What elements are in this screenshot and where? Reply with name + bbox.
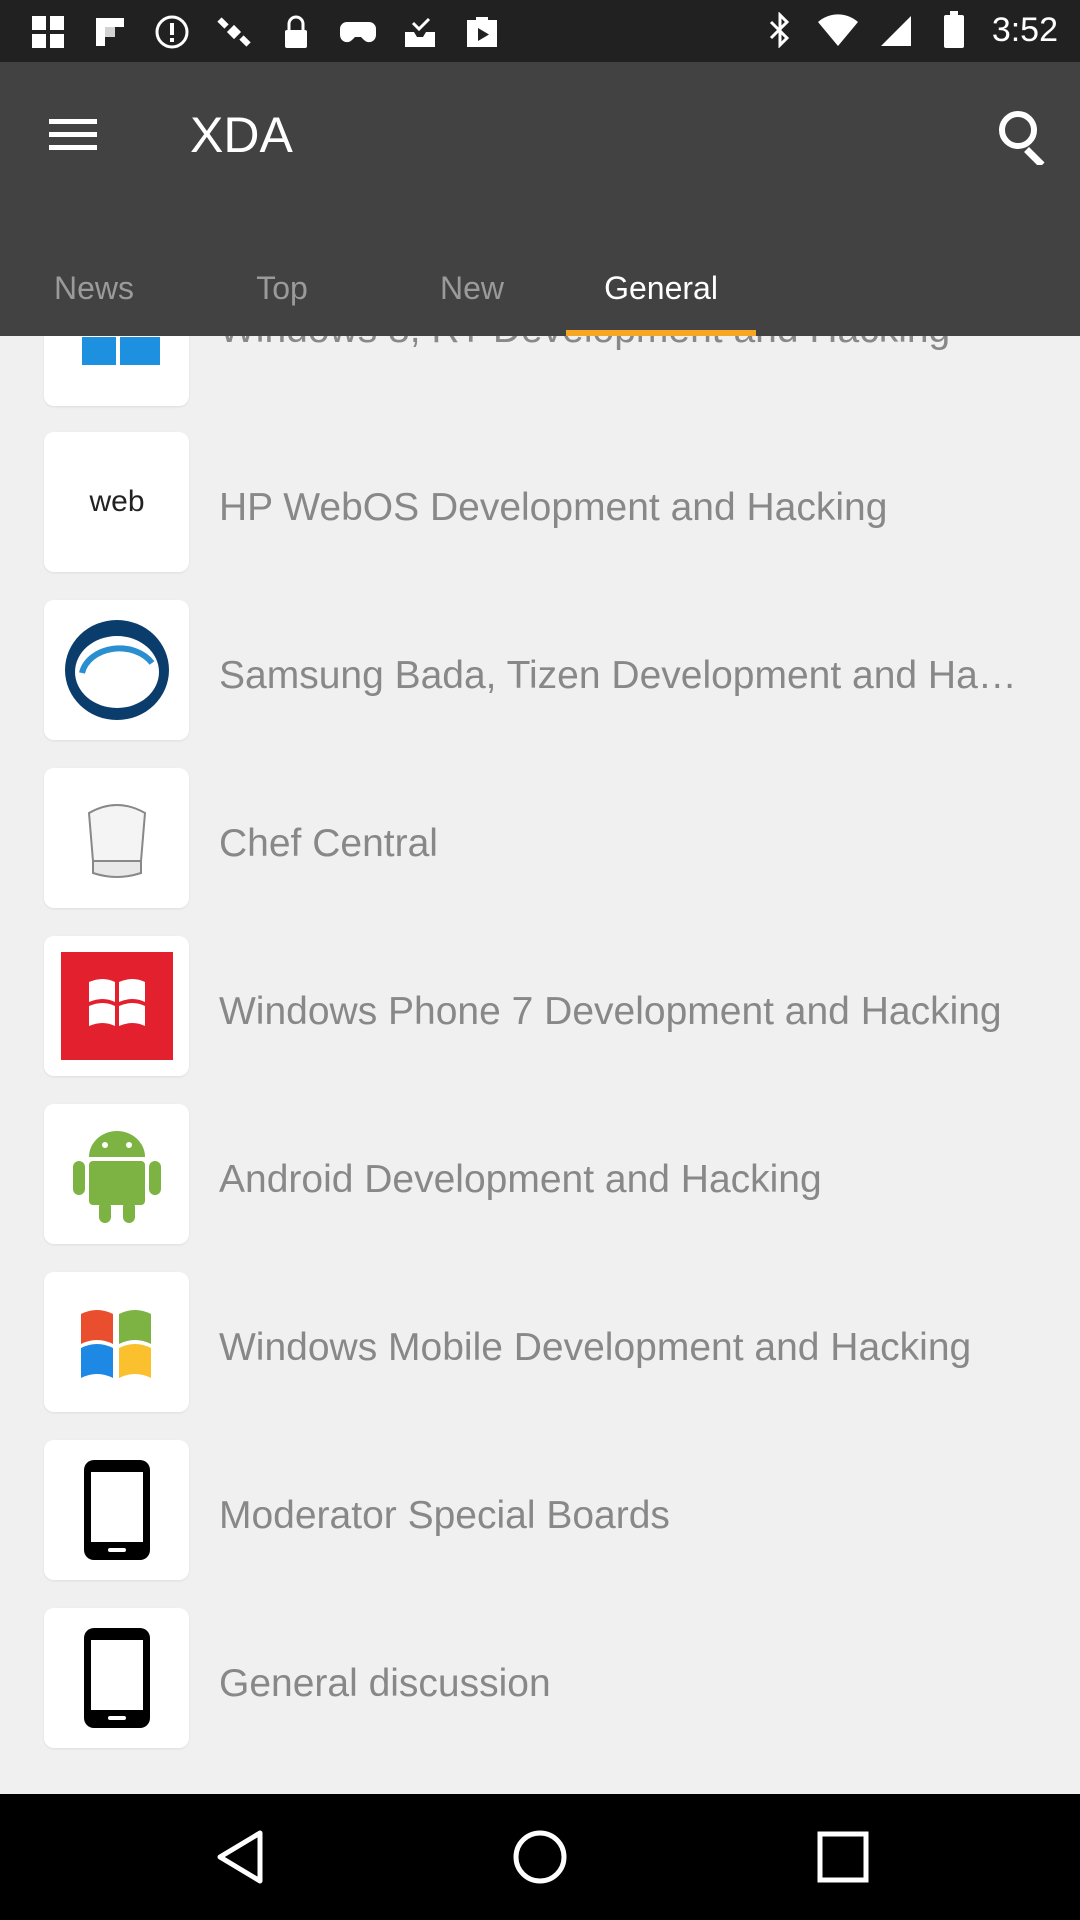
clock: 3:52 (991, 10, 1058, 49)
list-item[interactable]: Chef Central (0, 762, 1080, 930)
search-icon[interactable] (988, 100, 1060, 172)
back-icon[interactable] (205, 1822, 275, 1892)
list-item[interactable]: Samsung Bada, Tizen Development and Ha… (0, 594, 1080, 762)
list-item-label: General discussion (219, 1662, 551, 1705)
list-item[interactable]: Moderator Special Boards (0, 1434, 1080, 1602)
bluetooth-icon (760, 10, 800, 50)
battery-icon (934, 10, 974, 50)
android-robot-icon (44, 1104, 189, 1244)
system-status: 3:52 (760, 10, 1058, 50)
phone-icon (44, 1440, 189, 1580)
list-item-label: Windows Mobile Development and Hacking (219, 1326, 972, 1369)
hamburger-menu-icon[interactable] (40, 102, 106, 168)
tab-bar: News Top New General (0, 252, 1080, 336)
forum-list[interactable]: Windows 8, RT Development and Hacking we… (0, 336, 1080, 1794)
chef-hat-icon (44, 768, 189, 908)
list-item-label: Android Development and Hacking (219, 1158, 822, 1201)
app-bar: XDA News Top New General (0, 62, 1080, 336)
list-item[interactable]: web HP WebOS Development and Hacking (0, 426, 1080, 594)
wifi-icon (817, 10, 858, 50)
tab-general[interactable]: General (566, 252, 756, 336)
alert-circle-icon (152, 12, 192, 52)
system-nav-bar (0, 1794, 1080, 1920)
satellite-icon (214, 12, 254, 52)
list-item[interactable]: Android Development and Hacking (0, 1098, 1080, 1266)
list-item-label: Chef Central (219, 822, 438, 865)
app-title: XDA (190, 107, 293, 163)
windows8-logo-icon (44, 336, 189, 406)
svg-text:web: web (88, 485, 144, 518)
status-bar: 3:52 (0, 0, 1080, 62)
webos-logo-icon: web (44, 432, 189, 572)
bada-tizen-logo-icon (44, 600, 189, 740)
play-store-icon (462, 12, 502, 52)
list-item-label: HP WebOS Development and Hacking (219, 486, 888, 529)
list-item[interactable]: Windows Phone 7 Development and Hacking (0, 930, 1080, 1098)
home-icon[interactable] (505, 1822, 575, 1892)
flipboard-icon (90, 12, 130, 52)
list-item[interactable]: Windows 8, RT Development and Hacking (0, 336, 1080, 426)
list-item-label: Windows 8, RT Development and Hacking (219, 336, 1056, 352)
phone-icon (44, 1608, 189, 1748)
grid-icon (28, 12, 68, 52)
list-item-label: Samsung Bada, Tizen Development and Ha… (219, 654, 1017, 697)
list-item[interactable]: General discussion (0, 1602, 1080, 1770)
windows-phone-logo-icon (44, 936, 189, 1076)
tab-new[interactable]: New (400, 252, 544, 336)
recents-icon[interactable] (808, 1822, 878, 1892)
tab-top[interactable]: Top (212, 252, 352, 336)
inbox-check-icon (400, 12, 440, 52)
signal-icon (876, 10, 916, 50)
lock-icon (276, 12, 316, 52)
windows-flag-icon (44, 1272, 189, 1412)
list-item[interactable]: Windows Mobile Development and Hacking (0, 1266, 1080, 1434)
list-item-label: Moderator Special Boards (219, 1494, 670, 1537)
game-controller-icon (338, 12, 378, 52)
tab-news[interactable]: News (22, 252, 166, 336)
notification-icons (28, 12, 502, 52)
list-item-label: Windows Phone 7 Development and Hacking (219, 990, 1002, 1033)
